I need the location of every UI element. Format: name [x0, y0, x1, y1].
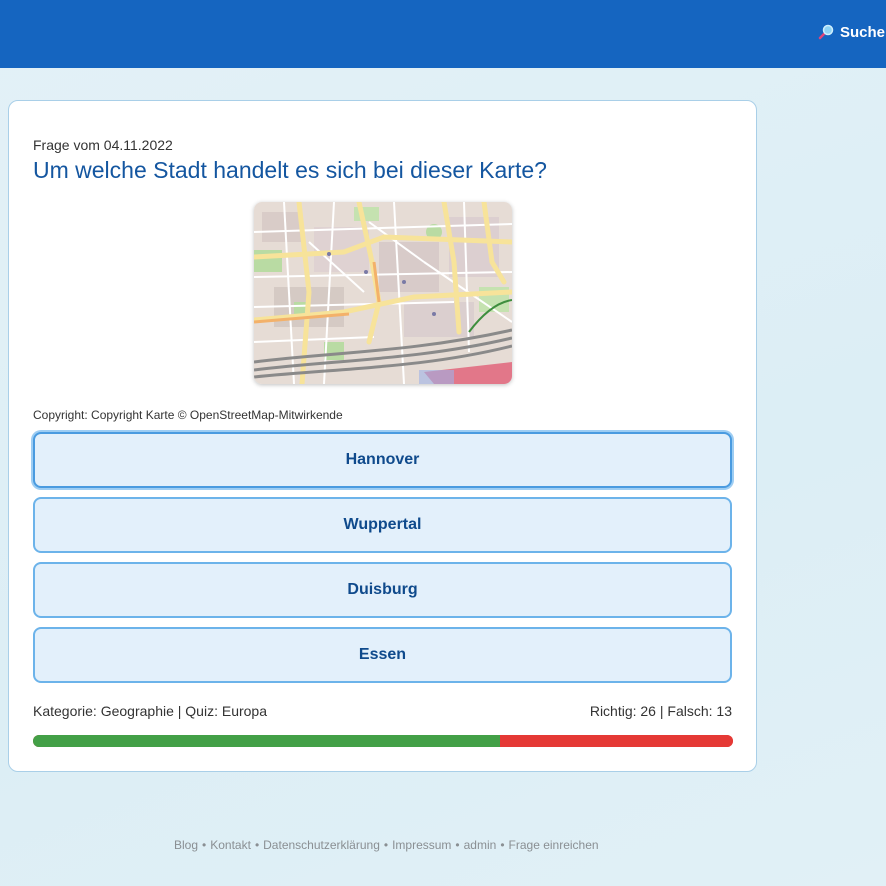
correct-progress-fill [33, 735, 500, 747]
footer-link[interactable]: admin [464, 838, 497, 852]
answer-button-2[interactable]: Wuppertal [33, 497, 732, 553]
city-map-image [254, 202, 512, 384]
footer-separator: • [383, 838, 389, 852]
answer-button-4[interactable]: Essen [33, 627, 732, 683]
footer-separator: • [455, 838, 460, 852]
answer-button-1[interactable]: Hannover [33, 432, 732, 488]
search-link[interactable]: Suche [818, 21, 886, 43]
question-text: Um welche Stadt handelt es sich bei dies… [33, 157, 547, 183]
category-info: Kategorie: Geographie | Quiz: Europa [33, 703, 267, 719]
map-copyright: Copyright: Copyright Karte © OpenStreetM… [33, 408, 343, 422]
quiz-label: Quiz: Europa [185, 703, 268, 719]
question-card: Frage vom 04.11.2022 Um welche Stadt han… [8, 100, 757, 772]
separator: | [173, 703, 186, 719]
footer-links: Blog • Kontakt • Datenschutzerklärung • Impres… [174, 838, 599, 852]
footer-link[interactable]: Frage einreichen [509, 838, 599, 852]
correct-count: Richtig: 26 [589, 703, 656, 719]
footer-link[interactable]: Impressum [392, 838, 451, 852]
search-label: Suche [840, 23, 886, 41]
separator: | [655, 703, 668, 719]
footer-separator: • [254, 838, 260, 852]
category-label: Kategorie: Geographie [33, 703, 174, 719]
footer-link[interactable]: Kontakt [210, 838, 251, 852]
top-navigation-bar: Suche [0, 0, 886, 68]
footer-separator: • [500, 838, 505, 852]
score-info: Richtig: 26 | Falsch: 13 [590, 703, 732, 719]
wrong-count: Falsch: 13 [667, 703, 732, 719]
footer-link[interactable]: Datenschutzerklärung [263, 838, 380, 852]
question-date: Frage vom 04.11.2022 [33, 137, 173, 153]
magnifier-icon [818, 24, 834, 40]
footer-separator: • [202, 838, 207, 852]
footer-link[interactable]: Blog [174, 838, 198, 852]
wrong-progress-fill [499, 735, 733, 747]
score-progress-bar [33, 735, 733, 747]
answer-button-3[interactable]: Duisburg [33, 562, 732, 618]
